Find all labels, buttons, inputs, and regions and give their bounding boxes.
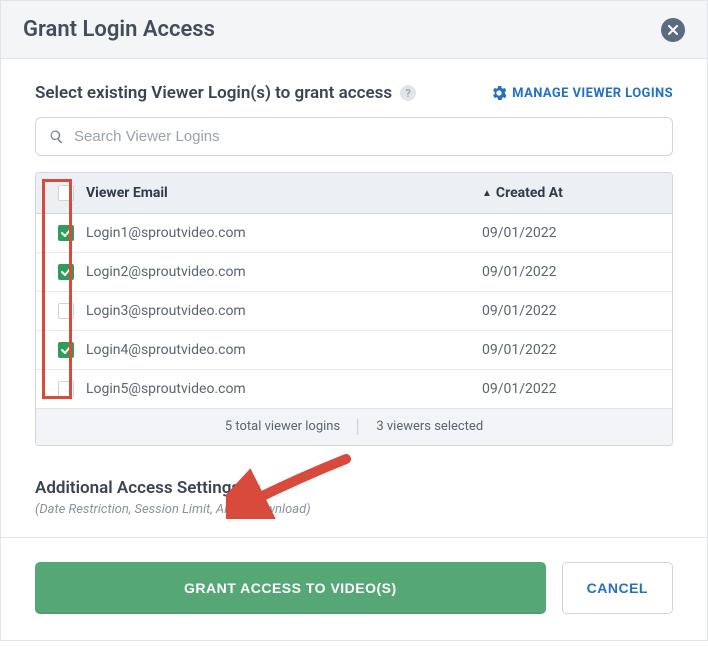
row-email: Login4@sproutvideo.com [86, 342, 482, 358]
row-checkbox[interactable] [58, 225, 74, 241]
gear-icon [492, 86, 506, 100]
row-email: Login5@sproutvideo.com [86, 381, 482, 397]
table-row: Login1@sproutvideo.com09/01/2022 [36, 214, 672, 253]
manage-viewer-logins-link[interactable]: MANAGE VIEWER LOGINS [492, 86, 673, 101]
sort-asc-icon: ▲ [482, 188, 492, 199]
section-label: Select existing Viewer Login(s) to grant… [35, 83, 416, 103]
table-header-row: Viewer Email ▲ Created At [36, 173, 672, 214]
footer-selected: 3 viewers selected [376, 419, 483, 435]
modal-title: Grant Login Access [23, 17, 215, 42]
column-header-email[interactable]: Viewer Email [86, 185, 482, 201]
row-checkbox[interactable] [58, 381, 74, 397]
table-row: Login2@sproutvideo.com09/01/2022 [36, 253, 672, 292]
column-header-created[interactable]: ▲ Created At [482, 185, 642, 201]
table-row: Login3@sproutvideo.com09/01/2022 [36, 292, 672, 331]
select-all-checkbox[interactable] [58, 185, 74, 201]
row-created-at: 09/01/2022 [482, 264, 642, 280]
search-icon [50, 130, 64, 144]
grant-access-button[interactable]: GRANT ACCESS TO VIDEO(S) [35, 562, 546, 614]
section-label-text: Select existing Viewer Login(s) to grant… [35, 83, 392, 103]
accordion-toggle[interactable]: Additional Access Settings [35, 478, 673, 498]
cancel-button[interactable]: CANCEL [562, 562, 673, 614]
table-row: Login4@sproutvideo.com09/01/2022 [36, 331, 672, 370]
search-box[interactable] [35, 117, 673, 156]
accordion-subtitle: (Date Restriction, Session Limit, Allow … [35, 502, 673, 517]
close-icon [668, 25, 678, 35]
row-email: Login1@sproutvideo.com [86, 225, 482, 241]
row-checkbox[interactable] [58, 303, 74, 319]
row-created-at: 09/01/2022 [482, 381, 642, 397]
close-button[interactable] [661, 18, 685, 42]
table-footer: 5 total viewer logins │ 3 viewers select… [36, 408, 672, 445]
help-icon[interactable]: ? [400, 85, 416, 101]
table-body: Login1@sproutvideo.com09/01/2022Login2@s… [36, 214, 672, 408]
row-email: Login2@sproutvideo.com [86, 264, 482, 280]
row-created-at: 09/01/2022 [482, 225, 642, 241]
additional-access-settings: Additional Access Settings (Date Restric… [35, 478, 673, 517]
search-input[interactable] [74, 128, 658, 145]
modal-header: Grant Login Access [1, 1, 707, 59]
row-email: Login3@sproutvideo.com [86, 303, 482, 319]
accordion-title-text: Additional Access Settings [35, 478, 240, 498]
chevron-down-icon [248, 481, 262, 495]
row-checkbox[interactable] [58, 342, 74, 358]
footer-separator: │ [354, 419, 362, 435]
table-row: Login5@sproutvideo.com09/01/2022 [36, 370, 672, 408]
modal-body: Select existing Viewer Login(s) to grant… [1, 59, 707, 537]
row-created-at: 09/01/2022 [482, 303, 642, 319]
row-created-at: 09/01/2022 [482, 342, 642, 358]
section-header-row: Select existing Viewer Login(s) to grant… [35, 83, 673, 103]
viewer-logins-table: Viewer Email ▲ Created At Login1@sproutv… [35, 172, 673, 446]
row-checkbox[interactable] [58, 264, 74, 280]
grant-login-access-modal: Grant Login Access Select existing Viewe… [0, 0, 708, 641]
footer-total: 5 total viewer logins [225, 419, 340, 435]
modal-footer: GRANT ACCESS TO VIDEO(S) CANCEL [1, 537, 707, 640]
column-header-created-text: Created At [496, 185, 563, 201]
manage-link-text: MANAGE VIEWER LOGINS [512, 86, 673, 101]
